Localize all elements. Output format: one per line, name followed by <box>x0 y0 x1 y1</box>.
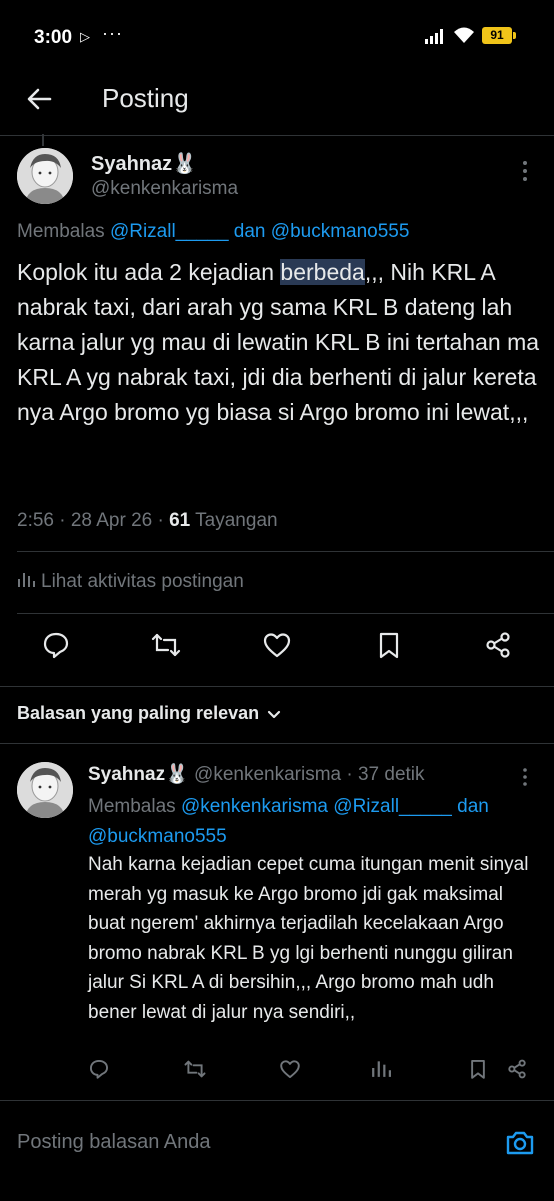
post-actions <box>0 630 554 666</box>
reply-actions <box>0 1058 554 1084</box>
share-button[interactable] <box>483 630 513 660</box>
divider <box>17 613 554 614</box>
bookmark-button[interactable] <box>467 1058 489 1080</box>
divider <box>17 551 554 552</box>
share-icon <box>486 632 510 658</box>
reply-button[interactable] <box>88 1058 110 1080</box>
mention-link[interactable]: @kenkenkarisma <box>181 796 328 817</box>
more-options-button[interactable] <box>516 158 534 189</box>
repost-button[interactable] <box>150 630 181 660</box>
analytics-icon <box>17 571 35 593</box>
reply-input[interactable]: Posting balasan Anda <box>17 1131 211 1154</box>
mention-link[interactable]: @buckmano555 <box>88 826 227 847</box>
chevron-down-icon <box>267 704 281 725</box>
reply-more-options-button[interactable] <box>518 766 532 793</box>
post-text-start: Koplok itu ada 2 kejadian <box>17 259 281 285</box>
views-label: Tayangan <box>195 510 278 531</box>
mention-link[interactable]: @buckmano555 <box>271 221 410 242</box>
arrow-left-icon <box>27 88 52 110</box>
repost-icon <box>184 1060 206 1078</box>
back-button[interactable] <box>22 82 56 116</box>
repost-button[interactable] <box>183 1058 206 1080</box>
more-vertical-icon <box>523 161 527 181</box>
reply-icon <box>43 632 69 659</box>
status-time: 3:00 <box>34 27 73 48</box>
page-title: Posting <box>102 83 189 113</box>
camera-icon <box>506 1131 534 1155</box>
replying-and: dan <box>233 221 266 242</box>
status-bar: 3:00 ▷ ··· 91 <box>0 0 554 70</box>
post-activity-link[interactable]: Lihat aktivitas postingan <box>17 571 244 593</box>
camera-button[interactable] <box>505 1129 535 1157</box>
battery-icon: 91 <box>482 27 516 44</box>
share-icon <box>508 1059 526 1079</box>
replying-label: Membalas <box>17 221 105 242</box>
author-name[interactable]: Syahnaz🐰 <box>91 151 197 176</box>
views-count: 61 <box>169 510 191 531</box>
thread-connector <box>42 134 44 146</box>
top-bar: Posting <box>0 70 554 136</box>
repost-icon <box>151 633 181 657</box>
replying-and: dan <box>457 796 489 817</box>
sort-dropdown[interactable]: Balasan yang paling relevan <box>17 703 281 725</box>
heart-icon <box>263 633 291 658</box>
like-button[interactable] <box>262 630 292 660</box>
reply-button[interactable] <box>41 630 71 660</box>
avatar[interactable] <box>17 148 73 204</box>
post-text: Koplok itu ada 2 kejadian berbeda,,, Nih… <box>17 255 542 430</box>
more-notifications-icon: ··· <box>102 23 123 43</box>
views-button[interactable] <box>371 1058 393 1080</box>
reply-handle-time: @kenkenkarisma · 37 detik <box>194 764 425 785</box>
wifi-icon <box>452 26 476 49</box>
author-handle[interactable]: @kenkenkarisma <box>91 178 238 200</box>
replying-to: Membalas @Rizall_____ dan @buckmano555 <box>17 221 409 243</box>
share-button[interactable] <box>506 1058 528 1080</box>
avatar[interactable] <box>17 762 73 818</box>
more-vertical-icon <box>523 768 527 786</box>
mention-link[interactable]: @Rizall_____ <box>333 796 452 817</box>
like-button[interactable] <box>279 1058 301 1080</box>
bookmark-icon <box>471 1059 485 1079</box>
selected-text: berbeda <box>280 259 365 285</box>
divider <box>0 686 554 687</box>
compose-bar: Posting balasan Anda <box>0 1100 554 1201</box>
bookmark-icon <box>379 632 399 659</box>
bookmark-button[interactable] <box>374 630 404 660</box>
post-meta: 2:56 · 28 Apr 26 · 61 Tayangan <box>17 510 278 532</box>
reply-replying-to: Membalas @kenkenkarisma @Rizall_____ dan… <box>88 792 528 852</box>
analytics-icon <box>372 1061 391 1077</box>
heart-icon <box>280 1060 300 1079</box>
signal-icon <box>424 28 446 49</box>
activity-label: Lihat aktivitas postingan <box>41 571 244 593</box>
divider <box>0 743 554 744</box>
reply-icon <box>89 1059 109 1079</box>
mention-link[interactable]: @Rizall_____ <box>110 221 229 242</box>
play-icon: ▷ <box>80 29 90 44</box>
reply-author-name[interactable]: Syahnaz🐰 <box>88 764 189 785</box>
post-timestamp: 2:56 · 28 Apr 26 · <box>17 510 170 531</box>
sort-label: Balasan yang paling relevan <box>17 703 260 723</box>
reply-text: Nah karna kejadian cepet cuma itungan me… <box>88 854 529 1023</box>
reply-header: Syahnaz🐰 @kenkenkarisma · 37 detik <box>88 762 425 786</box>
replying-label: Membalas <box>88 796 176 817</box>
